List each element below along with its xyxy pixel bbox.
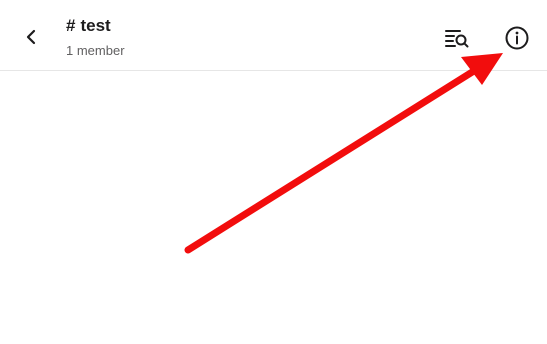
- search-in-conversation-icon: [445, 30, 469, 48]
- chevron-left-icon: [26, 29, 36, 45]
- channel-header: # test 1 member: [0, 0, 547, 71]
- channel-title-block[interactable]: # test 1 member: [66, 14, 125, 60]
- member-count[interactable]: 1 member: [66, 42, 125, 60]
- channel-hash: #: [66, 16, 76, 35]
- search-in-channel-button[interactable]: [443, 24, 471, 52]
- channel-title: # test: [66, 14, 125, 38]
- message-area: [0, 71, 547, 344]
- back-button[interactable]: [18, 24, 44, 50]
- info-circle-icon: [505, 26, 529, 50]
- channel-name: test: [80, 16, 111, 35]
- channel-screen: # test 1 member: [0, 0, 547, 344]
- info-button[interactable]: [502, 23, 532, 53]
